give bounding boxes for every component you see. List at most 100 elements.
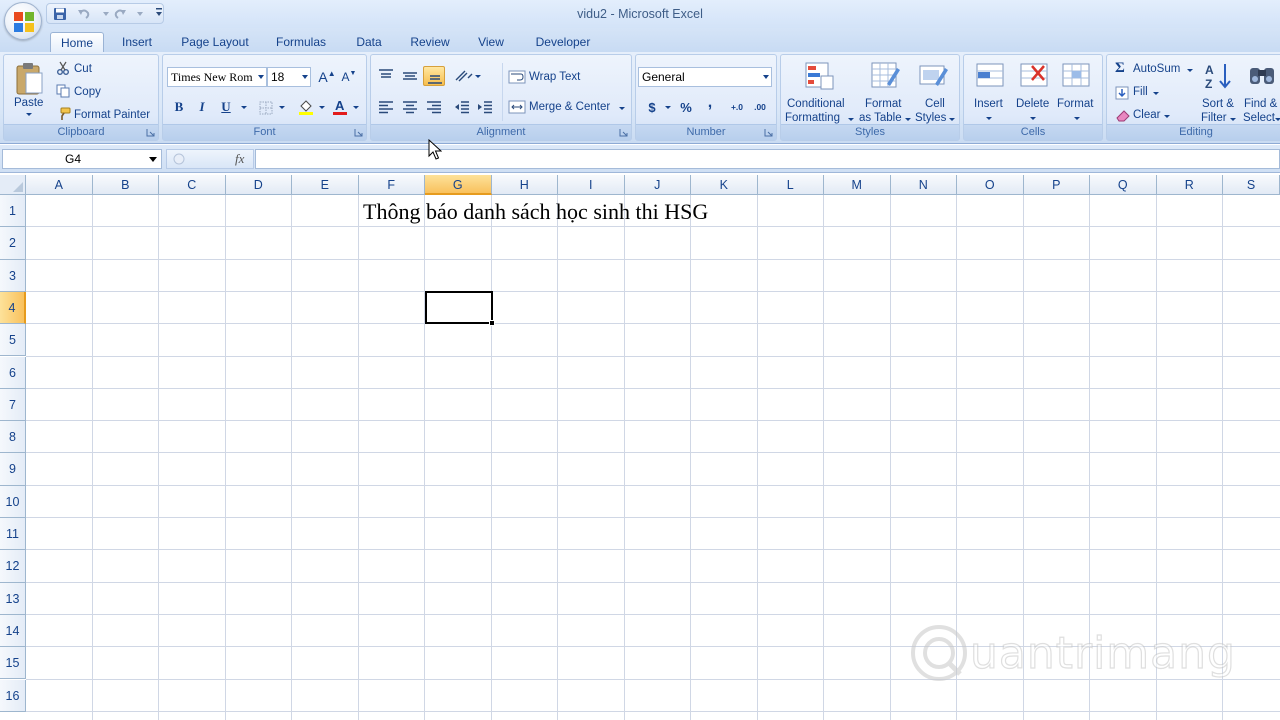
font-size-dropdown-icon[interactable] [302, 75, 308, 79]
row-header-5[interactable]: 5 [0, 324, 26, 357]
row-header-11[interactable]: 11 [0, 518, 26, 551]
row-header-12[interactable]: 12 [0, 550, 26, 583]
italic-button[interactable]: I [192, 97, 212, 117]
sort-filter-icon[interactable]: A Z [1203, 60, 1235, 92]
bold-button[interactable]: B [169, 97, 189, 117]
tab-insert[interactable]: Insert [112, 32, 162, 52]
autosum-button[interactable]: AutoSum [1133, 63, 1180, 75]
column-header-M[interactable]: M [824, 175, 891, 195]
clear-dropdown-icon[interactable] [1164, 115, 1170, 118]
fill-dropdown-icon[interactable] [1153, 92, 1159, 95]
column-header-D[interactable]: D [225, 175, 292, 195]
paste-icon[interactable] [14, 61, 44, 97]
row-header-8[interactable]: 8 [0, 421, 26, 454]
row-header-16[interactable]: 16 [0, 679, 26, 712]
column-header-H[interactable]: H [491, 175, 558, 195]
wrap-text-icon[interactable] [508, 69, 526, 85]
borders-icon[interactable] [258, 100, 274, 116]
find-select-line1[interactable]: Find & [1244, 98, 1277, 110]
row-header-1[interactable]: 1 [0, 195, 26, 228]
merge-center-dropdown-icon[interactable] [619, 107, 625, 110]
delete-cells-button[interactable]: Delete [1016, 98, 1049, 110]
fill-icon[interactable] [1115, 86, 1129, 100]
tab-review[interactable]: Review [404, 32, 456, 52]
conditional-formatting-dropdown-icon[interactable] [848, 118, 854, 121]
tab-data[interactable]: Data [348, 32, 390, 52]
currency-button[interactable]: $ [642, 97, 662, 117]
cell-styles-dropdown-icon[interactable] [949, 118, 955, 121]
expand-circle-icon[interactable] [173, 153, 185, 165]
column-header-K[interactable]: K [691, 175, 758, 195]
align-center-icon[interactable] [401, 99, 419, 115]
autosum-dropdown-icon[interactable] [1187, 69, 1193, 72]
name-box-dropdown-icon[interactable] [149, 157, 157, 162]
row-header-3[interactable]: 3 [0, 259, 26, 292]
font-color-icon[interactable]: A [331, 98, 349, 116]
grow-font-button[interactable]: A ▲ [317, 67, 337, 87]
office-button[interactable] [4, 2, 42, 40]
tab-view[interactable]: View [470, 32, 512, 52]
active-cell-G4[interactable] [425, 291, 493, 324]
find-select-icon[interactable] [1246, 60, 1278, 92]
conditional-formatting-icon[interactable] [803, 60, 835, 92]
format-cells-icon[interactable] [1060, 60, 1092, 92]
clear-icon[interactable] [1115, 108, 1131, 122]
sort-filter-dropdown-icon[interactable] [1230, 118, 1236, 121]
format-as-table-line2[interactable]: as Table [859, 112, 902, 124]
fill-button[interactable]: Fill [1133, 86, 1148, 98]
row-header-9[interactable]: 9 [0, 453, 26, 486]
number-format-combo[interactable]: General [638, 67, 772, 87]
decrease-indent-icon[interactable] [453, 99, 471, 115]
cell-styles-line1[interactable]: Cell [925, 98, 945, 110]
column-header-N[interactable]: N [890, 175, 957, 195]
column-header-F[interactable]: F [358, 175, 425, 195]
row-header-2[interactable]: 2 [0, 227, 26, 260]
fill-handle[interactable] [489, 320, 495, 326]
insert-function-button[interactable]: fx [235, 151, 244, 167]
tab-developer[interactable]: Developer [528, 32, 598, 52]
insert-cells-dropdown-icon[interactable] [986, 117, 992, 120]
underline-button[interactable]: U [216, 97, 236, 117]
clear-button[interactable]: Clear [1133, 109, 1160, 121]
column-header-P[interactable]: P [1023, 175, 1090, 195]
font-name-combo[interactable]: Times New Rom [167, 67, 267, 87]
merge-center-button[interactable]: Merge & Center [529, 101, 610, 113]
column-header-E[interactable]: E [292, 175, 359, 195]
format-cells-dropdown-icon[interactable] [1074, 117, 1080, 120]
sort-filter-line2[interactable]: Filter [1201, 112, 1227, 124]
column-header-L[interactable]: L [757, 175, 824, 195]
tab-home[interactable]: Home [50, 32, 104, 52]
align-left-icon[interactable] [377, 99, 395, 115]
row-header-15[interactable]: 15 [0, 647, 26, 680]
row-header-14[interactable]: 14 [0, 614, 26, 648]
font-color-dropdown-icon[interactable] [353, 106, 359, 109]
column-header-Q[interactable]: Q [1090, 175, 1157, 195]
insert-cells-icon[interactable] [974, 60, 1006, 92]
column-header-B[interactable]: B [92, 175, 159, 195]
delete-cells-dropdown-icon[interactable] [1030, 117, 1036, 120]
formula-input[interactable] [255, 149, 1280, 169]
tab-page-layout[interactable]: Page Layout [174, 32, 256, 52]
cut-icon[interactable] [56, 61, 70, 75]
find-select-line2[interactable]: Select [1243, 112, 1275, 124]
column-header-O[interactable]: O [957, 175, 1024, 195]
format-as-table-dropdown-icon[interactable] [905, 118, 911, 121]
top-align-icon[interactable] [377, 68, 395, 84]
column-header-G[interactable]: G [425, 175, 492, 195]
cell-styles-icon[interactable] [917, 60, 949, 92]
decrease-decimal-button[interactable]: .00 [749, 97, 771, 117]
fill-color-dropdown-icon[interactable] [319, 106, 325, 109]
percent-button[interactable]: % [676, 97, 696, 117]
paste-dropdown-icon[interactable] [26, 113, 32, 116]
number-format-dropdown-icon[interactable] [763, 75, 769, 79]
delete-cells-icon[interactable] [1018, 60, 1050, 92]
underline-dropdown-icon[interactable] [241, 106, 247, 109]
row-header-6[interactable]: 6 [0, 356, 26, 389]
currency-dropdown-icon[interactable] [665, 106, 671, 109]
format-cells-button[interactable]: Format [1057, 98, 1093, 110]
row-header-7[interactable]: 7 [0, 388, 26, 422]
comma-button[interactable]: , [700, 93, 720, 113]
format-as-table-line1[interactable]: Format [865, 98, 901, 110]
shrink-font-button[interactable]: A ▼ [339, 67, 359, 87]
insert-cells-button[interactable]: Insert [974, 98, 1003, 110]
